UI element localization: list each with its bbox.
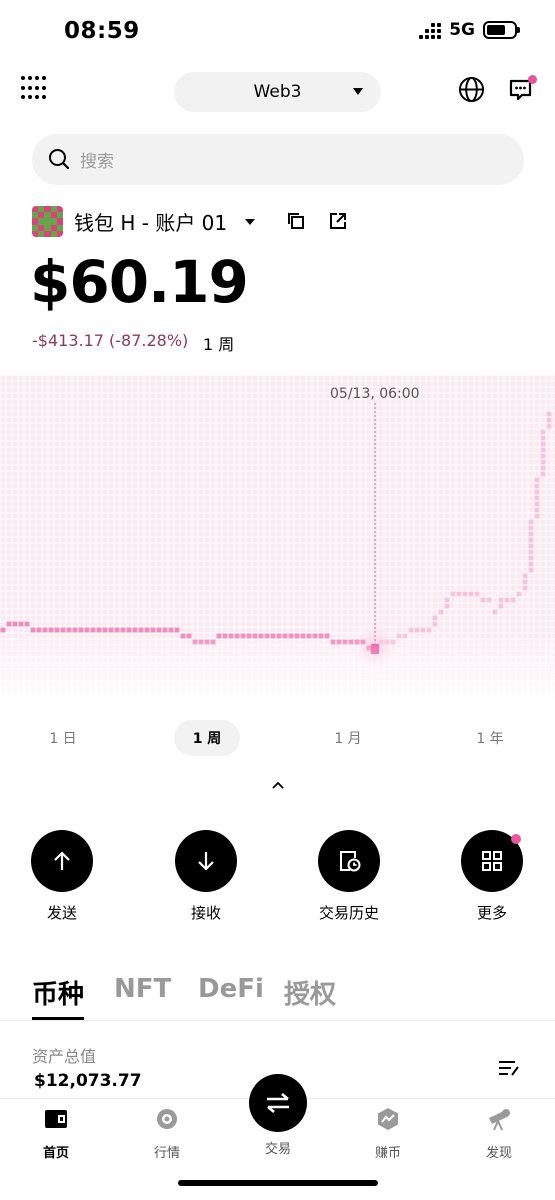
battery-icon	[483, 21, 520, 39]
send-button[interactable]: 发送	[7, 830, 117, 923]
status-time: 08:59	[64, 18, 140, 44]
receive-button[interactable]: 接收	[151, 830, 261, 923]
more-label: 更多	[476, 904, 507, 922]
range-tab-1y[interactable]: 1 年	[455, 720, 525, 756]
divider	[0, 1020, 555, 1021]
tab-nft[interactable]: NFT	[114, 974, 171, 1004]
history-button[interactable]: 交易历史	[294, 830, 404, 923]
portfolio-chart[interactable]	[0, 375, 555, 705]
nav-earn[interactable]: 赚币	[348, 1106, 428, 1161]
grid-icon	[482, 851, 502, 871]
avatar[interactable]	[32, 206, 63, 237]
home-indicator	[178, 1180, 378, 1186]
chart-fade	[0, 375, 555, 705]
history-label: 交易历史	[318, 904, 379, 922]
market-icon	[157, 1109, 177, 1129]
balance-change: -$413.17 (-87.28%)	[32, 331, 189, 350]
range-tab-1w[interactable]: 1 周	[174, 720, 240, 756]
network-selector[interactable]: Web3	[174, 72, 381, 112]
total-assets-label: 资产总值	[32, 1047, 97, 1066]
sort-icon[interactable]	[497, 1058, 521, 1078]
apps-grid-icon[interactable]	[21, 76, 47, 102]
notification-dot	[511, 834, 521, 844]
chevron-up-icon[interactable]	[271, 781, 285, 791]
nav-discover-label: 发现	[485, 1146, 512, 1161]
status-icons: 5G	[419, 20, 520, 40]
arrow-up-icon	[54, 851, 70, 870]
balance-amount: $60.19	[30, 248, 249, 316]
globe-icon[interactable]	[458, 76, 485, 103]
tab-tokens[interactable]: 币种	[32, 974, 84, 1011]
nav-market[interactable]: 行情	[127, 1106, 207, 1161]
nav-discover[interactable]: 发现	[459, 1106, 539, 1161]
tab-defi[interactable]: DeFi	[198, 974, 264, 1004]
search-placeholder: 搜索	[80, 152, 114, 172]
arrow-down-icon	[198, 852, 214, 871]
account-name[interactable]: 钱包 H - 账户 01	[74, 207, 227, 236]
earn-icon	[378, 1108, 398, 1130]
message-icon[interactable]	[508, 74, 538, 104]
tab-approvals[interactable]: 授权	[284, 974, 336, 1011]
nav-earn-label: 赚币	[374, 1146, 401, 1161]
telescope-icon	[489, 1109, 510, 1131]
external-link-icon[interactable]	[329, 212, 347, 230]
search-input[interactable]: 搜索	[32, 134, 524, 185]
history-icon	[340, 851, 361, 872]
signal-icon	[419, 21, 442, 39]
range-tab-1m[interactable]: 1 月	[313, 720, 383, 756]
trade-button[interactable]	[249, 1074, 307, 1132]
chevron-down-icon	[353, 88, 363, 95]
nav-home-label: 首页	[42, 1146, 69, 1161]
chart-tooltip-label: 05/13, 06:00	[330, 386, 420, 402]
nav-home[interactable]: 首页	[16, 1106, 96, 1161]
receive-label: 接收	[190, 904, 221, 922]
balance-period: 1 周	[203, 335, 235, 354]
copy-icon[interactable]	[287, 212, 305, 230]
total-assets-value: $12,073.77	[34, 1071, 142, 1091]
account-chevron-down-icon[interactable]	[245, 219, 255, 225]
more-button[interactable]: 更多	[437, 830, 547, 923]
nav-market-label: 行情	[153, 1146, 180, 1161]
nav-trade-label: 交易	[264, 1142, 291, 1157]
send-label: 发送	[46, 904, 77, 922]
network-selector-label: Web3	[253, 82, 302, 102]
swap-icon	[267, 1093, 289, 1113]
network-type: 5G	[449, 20, 475, 40]
wallet-icon	[45, 1110, 67, 1128]
search-icon	[49, 149, 70, 170]
range-tab-1d[interactable]: 1 日	[28, 720, 98, 756]
